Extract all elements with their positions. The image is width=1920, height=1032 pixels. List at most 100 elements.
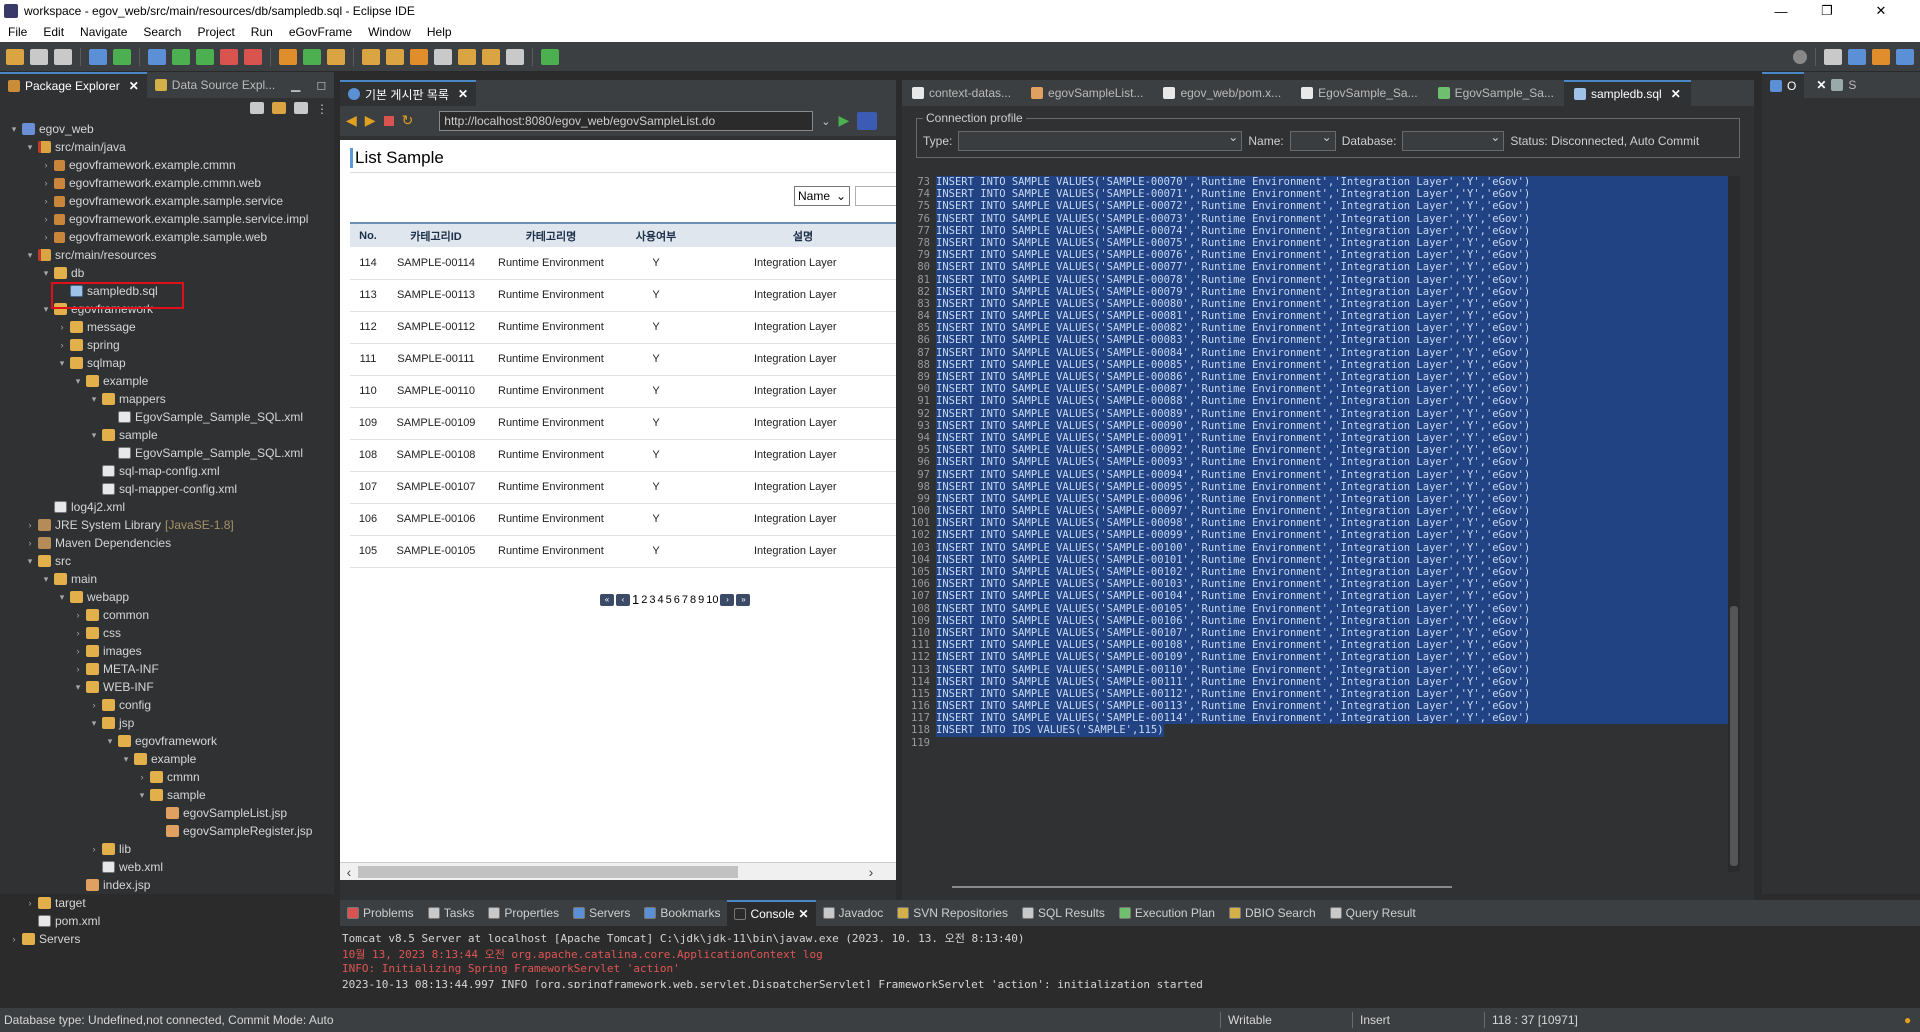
page-link[interactable]: 5	[666, 594, 672, 606]
scrollbar-thumb[interactable]	[1730, 606, 1738, 866]
go-icon[interactable]: ▶	[839, 113, 850, 129]
link-with-editor-icon[interactable]	[272, 102, 286, 114]
tree-item[interactable]: › Maven Dependencies	[0, 534, 334, 552]
expanded-arrow-icon[interactable]: ▾	[88, 426, 100, 444]
tree-item[interactable]: › images	[0, 642, 334, 660]
sql-code-area[interactable]: 73 INSERT INTO SAMPLE VALUES('SAMPLE-0007…	[902, 176, 1738, 872]
collapsed-arrow-icon[interactable]: ›	[72, 660, 84, 678]
tree-item[interactable]: ▾ src/main/resources	[0, 246, 334, 264]
tree-item[interactable]: › config	[0, 696, 334, 714]
console-view-tab[interactable]: Servers	[566, 900, 637, 926]
tree-item[interactable]: › Servers	[0, 930, 334, 948]
page-link[interactable]: 8	[690, 594, 696, 606]
minimize-view-icon[interactable]: ▁	[283, 72, 308, 98]
table-row[interactable]: 106 SAMPLE-00106 Runtime Environment Y Integ…	[350, 503, 896, 536]
database-combo[interactable]	[1402, 130, 1505, 151]
new-java-project-icon[interactable]	[279, 48, 297, 65]
maximize-view-icon[interactable]: ◻	[308, 72, 334, 98]
tree-item[interactable]: ▾ WEB-INF	[0, 678, 334, 696]
view-menu-icon[interactable]: ⋮	[316, 102, 328, 116]
open-type-icon[interactable]	[362, 48, 380, 65]
scrollbar-thumb[interactable]	[358, 866, 738, 878]
tree-item[interactable]: › message	[0, 318, 334, 336]
table-cell[interactable]: SAMPLE-00111	[386, 343, 486, 376]
tree-item[interactable]: › lib	[0, 840, 334, 858]
tree-item[interactable]: › target	[0, 894, 334, 912]
forward-icon[interactable]	[482, 48, 500, 65]
expanded-arrow-icon[interactable]: ▾	[72, 678, 84, 696]
tree-item[interactable]: ▾ sample	[0, 786, 334, 804]
new-package-icon[interactable]	[303, 48, 321, 65]
console-view-tab[interactable]: Console ✕	[727, 900, 816, 926]
table-row[interactable]: 110 SAMPLE-00110 Runtime Environment Y Integ…	[350, 375, 896, 408]
table-row[interactable]: 108 SAMPLE-00108 Runtime Environment Y Integ…	[350, 439, 896, 472]
page-link[interactable]: 2	[641, 594, 647, 606]
page-link[interactable]: 10	[706, 594, 718, 606]
page-link[interactable]: 1	[632, 592, 639, 607]
menu-search[interactable]: Search	[135, 25, 189, 39]
expanded-arrow-icon[interactable]: ▾	[24, 246, 36, 264]
table-row[interactable]: 113 SAMPLE-00113 Runtime Environment Y Integ…	[350, 279, 896, 312]
coverage-icon[interactable]	[196, 48, 214, 65]
table-cell[interactable]: SAMPLE-00113	[386, 279, 486, 312]
console-view-tab[interactable]: Tasks	[421, 900, 482, 926]
database-perspective-icon[interactable]	[1896, 48, 1914, 65]
table-cell[interactable]: SAMPLE-00107	[386, 471, 486, 504]
expanded-arrow-icon[interactable]: ▾	[56, 588, 68, 606]
table-row[interactable]: 107 SAMPLE-00107 Runtime Environment Y Integ…	[350, 471, 896, 504]
tree-item[interactable]: pom.xml	[0, 912, 334, 930]
back-icon[interactable]	[458, 48, 476, 65]
lightbulb-icon[interactable]: ●	[1904, 1013, 1911, 1027]
tab-snippets[interactable]: ✕ S	[1804, 72, 1864, 98]
editor-tab[interactable]: EgovSample_Sa...	[1291, 80, 1427, 106]
new-icon[interactable]	[6, 48, 24, 65]
menu-help[interactable]: Help	[419, 25, 460, 39]
save-all-icon[interactable]	[54, 48, 72, 65]
tree-item[interactable]: › spring	[0, 336, 334, 354]
scroll-right-icon[interactable]: ›	[862, 863, 880, 880]
forward-arrow-icon[interactable]: ▶	[365, 113, 376, 129]
collapsed-arrow-icon[interactable]: ›	[24, 534, 36, 552]
tree-item[interactable]: log4j2.xml	[0, 498, 334, 516]
expanded-arrow-icon[interactable]: ▾	[88, 390, 100, 408]
collapse-all-icon[interactable]	[250, 102, 264, 114]
console-icon[interactable]	[541, 48, 559, 65]
last-page-icon[interactable]: »	[736, 593, 751, 606]
tree-item[interactable]: EgovSample_Sample_SQL.xml	[0, 444, 334, 462]
search-condition-select[interactable]: Name ⌄	[794, 186, 850, 206]
tree-item[interactable]: › egovframework.example.sample.service.im…	[0, 210, 334, 228]
expanded-arrow-icon[interactable]: ▾	[136, 786, 148, 804]
collapsed-arrow-icon[interactable]: ›	[40, 210, 52, 228]
console-view-tab[interactable]: SVN Repositories	[890, 900, 1015, 926]
tab-browser[interactable]: 기본 게시판 목록 ✕	[340, 80, 477, 106]
search-toolbar-icon[interactable]	[386, 48, 404, 65]
page-link[interactable]: 7	[682, 594, 688, 606]
menu-navigate[interactable]: Navigate	[72, 25, 135, 39]
type-combo[interactable]	[958, 130, 1243, 151]
stop-icon[interactable]	[220, 48, 238, 65]
last-edit-icon[interactable]	[506, 48, 524, 65]
skip-breakpoints-icon[interactable]	[113, 48, 131, 65]
console-view-tab[interactable]: Query Result	[1323, 900, 1423, 926]
tree-item[interactable]: › egovframework.example.cmmn.web	[0, 174, 334, 192]
table-row[interactable]: 112 SAMPLE-00112 Runtime Environment Y Integ…	[350, 311, 896, 344]
page-link[interactable]: 6	[674, 594, 680, 606]
close-window-button[interactable]: ✕	[1858, 0, 1904, 22]
menu-project[interactable]: Project	[189, 25, 242, 39]
collapsed-arrow-icon[interactable]: ›	[72, 642, 84, 660]
collapsed-arrow-icon[interactable]: ›	[72, 606, 84, 624]
menu-file[interactable]: File	[0, 25, 35, 39]
tree-item[interactable]: ▾ egovframework	[0, 732, 334, 750]
collapsed-arrow-icon[interactable]: ›	[136, 768, 148, 786]
debug-icon[interactable]	[148, 48, 166, 65]
java-perspective-icon[interactable]	[1848, 48, 1866, 65]
tree-item[interactable]: egovSampleList.jsp	[0, 804, 334, 822]
tree-item[interactable]: web.xml	[0, 858, 334, 876]
tree-item[interactable]: › META-INF	[0, 660, 334, 678]
expanded-arrow-icon[interactable]: ▾	[24, 138, 36, 156]
table-row[interactable]: 105 SAMPLE-00105 Runtime Environment Y Integ…	[350, 535, 896, 568]
tree-item[interactable]: › egovframework.example.sample.service	[0, 192, 334, 210]
editor-tab[interactable]: egov_web/pom.x...	[1153, 80, 1291, 106]
run-icon[interactable]	[172, 48, 190, 65]
name-combo[interactable]	[1289, 130, 1336, 151]
